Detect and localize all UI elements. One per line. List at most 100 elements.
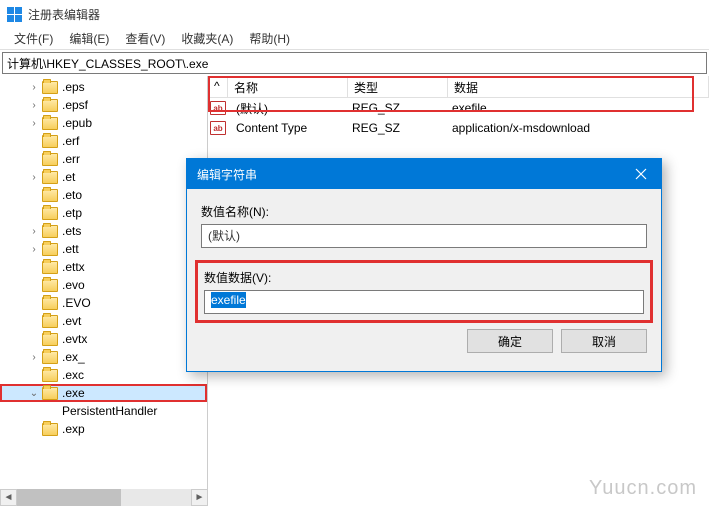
tree-item-exc[interactable]: .exc — [0, 366, 207, 384]
tree-label: .epsf — [62, 98, 88, 112]
tree-label: .eps — [62, 80, 85, 94]
expand-icon[interactable]: › — [28, 172, 40, 183]
address-text: 计算机\HKEY_CLASSES_ROOT\.exe — [7, 55, 208, 72]
tree-label: .erf — [62, 134, 79, 148]
expand-icon[interactable]: › — [28, 226, 40, 237]
tree-label: .evo — [62, 278, 85, 292]
tree-label: .exp — [62, 422, 85, 436]
tree-item-err[interactable]: .err — [0, 150, 207, 168]
tree-label: .epub — [62, 116, 92, 130]
folder-icon — [42, 99, 58, 112]
folder-icon — [42, 297, 58, 310]
tree-label: .ett — [62, 242, 79, 256]
tree-item-erf[interactable]: .erf — [0, 132, 207, 150]
expand-icon[interactable]: › — [28, 244, 40, 255]
data-input[interactable]: exefile — [204, 290, 644, 314]
menu-view[interactable]: 查看(V) — [117, 28, 173, 49]
scroll-right-button[interactable]: ► — [191, 489, 208, 506]
tree-item-evtx[interactable]: .evtx — [0, 330, 207, 348]
string-value-icon: ab — [210, 121, 226, 135]
expand-icon[interactable]: › — [28, 118, 40, 129]
tree-item-epsf[interactable]: › .epsf — [0, 96, 207, 114]
tree-label: .eto — [62, 188, 82, 202]
cell-type: REG_SZ — [346, 119, 446, 137]
tree-item-ettx[interactable]: .ettx — [0, 258, 207, 276]
tree-item-et[interactable]: › .et — [0, 168, 207, 186]
name-field-group: 数值名称(N): (默认) — [201, 203, 647, 248]
tree-item-PersistentHandler[interactable]: PersistentHandler — [0, 402, 207, 420]
tree-label: .ettx — [62, 260, 85, 274]
menu-file[interactable]: 文件(F) — [6, 28, 61, 49]
folder-icon — [42, 207, 58, 220]
row-highlight — [208, 76, 694, 112]
tree-label: .ets — [62, 224, 81, 238]
tree-label: .exe — [62, 386, 85, 400]
menu-help[interactable]: 帮助(H) — [241, 28, 298, 49]
folder-icon — [42, 315, 58, 328]
app-icon — [6, 6, 22, 22]
watermark: Yuucn.com — [589, 477, 697, 500]
folder-icon — [42, 81, 58, 94]
folder-icon — [42, 189, 58, 202]
data-field-highlight: 数值数据(V): exefile — [195, 260, 653, 323]
cancel-button[interactable]: 取消 — [561, 329, 647, 353]
tree-label: PersistentHandler — [62, 404, 157, 418]
edit-string-dialog: 编辑字符串 数值名称(N): (默认) 数值数据(V): exefile 确定 … — [186, 158, 662, 372]
menu-edit[interactable]: 编辑(E) — [61, 28, 117, 49]
tree-label: .EVO — [62, 296, 91, 310]
dialog-body: 数值名称(N): (默认) 数值数据(V): exefile 确定 取消 — [187, 189, 661, 371]
tree-item-evo[interactable]: .evo — [0, 276, 207, 294]
cell-data: application/x-msdownload — [446, 119, 709, 137]
dialog-title-text: 编辑字符串 — [197, 166, 257, 183]
tree-item-epub[interactable]: › .epub — [0, 114, 207, 132]
tree-item-eps[interactable]: › .eps — [0, 78, 207, 96]
cell-name: Content Type — [230, 119, 346, 137]
data-label: 数值数据(V): — [204, 269, 644, 286]
title-bar: 注册表编辑器 — [0, 0, 709, 28]
folder-icon — [42, 423, 58, 436]
tree-label: .exc — [62, 368, 84, 382]
expand-icon[interactable]: ⌄ — [28, 388, 40, 399]
tree-item-evt[interactable]: .evt — [0, 312, 207, 330]
address-bar[interactable]: 计算机\HKEY_CLASSES_ROOT\.exe — [2, 52, 707, 74]
scroll-thumb[interactable] — [17, 489, 121, 506]
folder-icon — [42, 243, 58, 256]
folder-icon — [42, 369, 58, 382]
folder-icon — [42, 387, 58, 400]
close-icon[interactable] — [621, 159, 661, 189]
name-label: 数值名称(N): — [201, 203, 647, 220]
menu-favorites[interactable]: 收藏夹(A) — [173, 28, 241, 49]
h-scrollbar[interactable]: ◄ ► — [0, 489, 208, 506]
scroll-left-button[interactable]: ◄ — [0, 489, 17, 506]
tree-item-etp[interactable]: .etp — [0, 204, 207, 222]
tree-item-exe[interactable]: ⌄ .exe — [0, 384, 207, 402]
tree-label: .etp — [62, 206, 82, 220]
window-title: 注册表编辑器 — [28, 6, 100, 23]
expand-icon[interactable]: › — [28, 352, 40, 363]
tree-label: .ex_ — [62, 350, 85, 364]
ok-button[interactable]: 确定 — [467, 329, 553, 353]
dialog-buttons: 确定 取消 — [201, 329, 647, 357]
folder-icon — [42, 261, 58, 274]
tree-item-EVO[interactable]: .EVO — [0, 294, 207, 312]
dialog-titlebar[interactable]: 编辑字符串 — [187, 159, 661, 189]
tree-label: .err — [62, 152, 80, 166]
tree-panel: › .eps › .epsf › .epub .erf .err › .et .eto .etp › .e… — [0, 76, 208, 506]
tree-item-ett[interactable]: › .ett — [0, 240, 207, 258]
tree-item-ets[interactable]: › .ets — [0, 222, 207, 240]
folder-icon — [42, 117, 58, 130]
folder-icon — [42, 225, 58, 238]
name-input[interactable]: (默认) — [201, 224, 647, 248]
tree-item-exp[interactable]: .exp — [0, 420, 207, 438]
tree-label: .evtx — [62, 332, 87, 346]
tree-label: .evt — [62, 314, 81, 328]
tree-item-ex_[interactable]: › .ex_ — [0, 348, 207, 366]
tree-item-eto[interactable]: .eto — [0, 186, 207, 204]
scroll-track[interactable] — [17, 489, 191, 506]
tree-label: .et — [62, 170, 75, 184]
expand-icon[interactable]: › — [28, 82, 40, 93]
expand-icon[interactable]: › — [28, 100, 40, 111]
folder-icon — [42, 351, 58, 364]
list-row[interactable]: ab Content TypeREG_SZapplication/x-msdown… — [208, 118, 709, 138]
folder-icon — [42, 153, 58, 166]
